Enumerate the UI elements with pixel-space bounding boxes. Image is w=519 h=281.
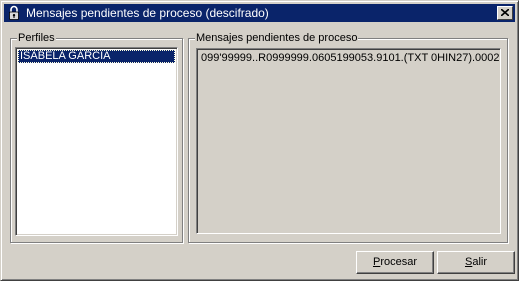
profiles-listbox[interactable]: ISABELA GARCIA: [15, 47, 178, 236]
salir-button[interactable]: Salir: [437, 251, 515, 274]
close-icon: [501, 9, 509, 16]
procesar-button[interactable]: Procesar: [356, 251, 434, 274]
profiles-label: Perfiles: [17, 31, 56, 45]
messages-listbox[interactable]: 099'99999..R0999999.0605199053.9101.(TXT…: [196, 48, 501, 234]
procesar-label: rocesar: [380, 256, 418, 268]
dialog-window: Mensajes pendientes de proceso (descifra…: [0, 0, 519, 281]
profile-item-selected[interactable]: ISABELA GARCIA: [18, 50, 175, 63]
close-button[interactable]: [497, 6, 513, 20]
salir-label: alir: [472, 256, 487, 268]
messages-label: Mensajes pendientes de proceso: [195, 31, 359, 45]
message-item[interactable]: 099'99999..R0999999.0605199053.9101.(TXT…: [201, 52, 500, 65]
profiles-group: Perfiles ISABELA GARCIA: [10, 31, 183, 243]
window-title: Mensajes pendientes de proceso (descifra…: [26, 6, 269, 20]
lock-icon: [9, 5, 19, 20]
title-bar[interactable]: Mensajes pendientes de proceso (descifra…: [4, 4, 515, 22]
messages-group: Mensajes pendientes de proceso 099'99999…: [188, 31, 508, 243]
